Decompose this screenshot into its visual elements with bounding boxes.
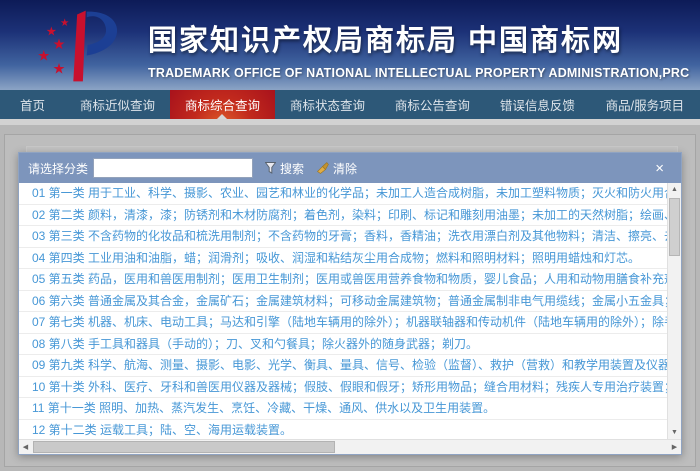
class-row-text: 09 第九类 科学、航海、测量、摄影、电影、光学、衡具、量具、信号、检验（监督）…	[32, 358, 667, 372]
class-row[interactable]: 05 第五类 药品，医用和兽医用制剂；医用卫生制剂；医用或兽医用营养食物和物质，…	[19, 269, 667, 291]
class-row-text: 02 第二类 颜料，清漆，漆；防锈剂和木材防腐剂；着色剂，染料；印刷、标记和雕刻…	[32, 208, 667, 222]
class-row[interactable]: 11 第十一类 照明、加热、蒸汽发生、烹饪、冷藏、干燥、通风、供水以及卫生用装置…	[19, 398, 667, 420]
dialog-label: 请选择分类	[28, 160, 88, 177]
class-row-text: 01 第一类 用于工业、科学、摄影、农业、园艺和林业的化学品；未加工人造合成树脂…	[32, 186, 667, 200]
class-row[interactable]: 07 第七类 机器、机床、电动工具；马达和引擎（陆地车辆用的除外）；机器联轴器和…	[19, 312, 667, 334]
class-row-text: 12 第十二类 运载工具；陆、空、海用运载装置。	[32, 423, 292, 437]
svg-text:★: ★	[60, 17, 70, 29]
class-row-text: 03 第三类 不含药物的化妆品和梳洗用制剂；不含药物的牙膏；香料，香精油；洗衣用…	[32, 229, 667, 243]
main-nav: 首页 商标近似查询 商标综合查询 商标状态查询 商标公告查询 错误信息反馈 商品…	[0, 90, 700, 119]
nav-tab[interactable]: 错误信息反馈	[485, 90, 590, 119]
nav-tab-label: 商标公告查询	[395, 95, 470, 114]
class-search-input[interactable]	[93, 158, 253, 178]
vertical-scrollbar[interactable]: ▲ ▼	[667, 183, 681, 439]
site-header: ★ ★ ★ ★ ★ 国家知识产权局商标局 中国商标网 TRADEMARK OFF…	[0, 0, 700, 90]
class-row[interactable]: 09 第九类 科学、航海、测量、摄影、电影、光学、衡具、量具、信号、检验（监督）…	[19, 355, 667, 377]
nav-tab-label: 商标综合查询	[185, 95, 260, 114]
class-row-text: 07 第七类 机器、机床、电动工具；马达和引擎（陆地车辆用的除外）；机器联轴器和…	[32, 315, 667, 329]
scroll-down-icon[interactable]: ▼	[668, 426, 681, 439]
dimmed-content-area: 请选择分类 搜索 清除 ×	[0, 119, 700, 471]
search-button-label: 搜索	[280, 160, 304, 177]
class-row[interactable]: 12 第十二类 运载工具；陆、空、海用运载装置。	[19, 420, 667, 440]
nav-tab-label: 商标近似查询	[80, 95, 155, 114]
nav-tab-label: 商标状态查询	[290, 95, 365, 114]
site-subtitle: TRADEMARK OFFICE OF NATIONAL INTELLECTUA…	[148, 66, 689, 80]
scroll-left-icon[interactable]: ◀	[19, 441, 32, 454]
class-row[interactable]: 06 第六类 普通金属及其合金，金属矿石；金属建筑材料；可移动金属建筑物；普通金…	[19, 291, 667, 313]
site-titles: 国家知识产权局商标局 中国商标网 TRADEMARK OFFICE OF NAT…	[148, 17, 689, 80]
nav-tab[interactable]: 商标综合查询	[170, 90, 275, 119]
class-row-text: 04 第四类 工业用油和油脂，蜡；润滑剂；吸收、润湿和粘结灰尘用合成物；燃料和照…	[32, 251, 640, 265]
site-title: 国家知识产权局商标局 中国商标网	[148, 17, 689, 59]
svg-text:★: ★	[53, 37, 66, 53]
class-row[interactable]: 01 第一类 用于工业、科学、摄影、农业、园艺和林业的化学品；未加工人造合成树脂…	[19, 183, 667, 205]
class-row-text: 05 第五类 药品，医用和兽医用制剂；医用卫生制剂；医用或兽医用营养食物和物质，…	[32, 272, 667, 286]
nav-tab[interactable]: 商标近似查询	[65, 90, 170, 119]
vertical-scroll-thumb[interactable]	[669, 198, 680, 256]
nav-tab[interactable]: 商标公告查询	[380, 90, 485, 119]
clear-button-label: 清除	[333, 160, 357, 177]
class-select-dialog: 请选择分类 搜索 清除 ×	[18, 152, 682, 455]
brush-icon	[316, 162, 329, 174]
nav-tab[interactable]: 首页	[0, 90, 65, 119]
class-row-text: 08 第八类 手工具和器具（手动的）；刀、叉和勺餐具；除火器外的随身武器；剃刀。	[32, 337, 478, 351]
nav-bottom-strip	[0, 119, 700, 125]
nav-tab-label: 商品/服务项目	[606, 95, 684, 114]
nav-tab[interactable]: 商标状态查询	[275, 90, 380, 119]
class-row[interactable]: 08 第八类 手工具和器具（手动的）；刀、叉和勺餐具；除火器外的随身武器；剃刀。	[19, 334, 667, 356]
horizontal-scrollbar[interactable]: ◀ ▶	[19, 439, 681, 454]
close-icon[interactable]: ×	[655, 161, 664, 176]
scroll-right-icon[interactable]: ▶	[668, 441, 681, 454]
class-row[interactable]: 04 第四类 工业用油和油脂，蜡；润滑剂；吸收、润湿和粘结灰尘用合成物；燃料和照…	[19, 248, 667, 270]
svg-text:★: ★	[53, 62, 66, 78]
nav-tab-label: 错误信息反馈	[500, 95, 575, 114]
class-row[interactable]: 02 第二类 颜料，清漆，漆；防锈剂和木材防腐剂；着色剂，染料；印刷、标记和雕刻…	[19, 205, 667, 227]
dialog-body: 01 第一类 用于工业、科学、摄影、农业、园艺和林业的化学品；未加工人造合成树脂…	[19, 183, 681, 454]
nav-tab[interactable]: 商品/服务项目	[590, 90, 700, 119]
search-button[interactable]: 搜索	[265, 160, 304, 177]
dialog-header: 请选择分类 搜索 清除 ×	[19, 153, 681, 183]
class-row[interactable]: 10 第十类 外科、医疗、牙科和兽医用仪器及器械；假肢、假眼和假牙；矫形用物品；…	[19, 377, 667, 399]
class-row-text: 06 第六类 普通金属及其合金，金属矿石；金属建筑材料；可移动金属建筑物；普通金…	[32, 294, 667, 308]
filter-funnel-icon	[265, 162, 276, 174]
scroll-up-icon[interactable]: ▲	[668, 183, 681, 196]
clear-button[interactable]: 清除	[316, 160, 357, 177]
horizontal-scroll-thumb[interactable]	[33, 441, 335, 453]
class-list: 01 第一类 用于工业、科学、摄影、农业、园艺和林业的化学品；未加工人造合成树脂…	[19, 183, 667, 439]
class-row-text: 10 第十类 外科、医疗、牙科和兽医用仪器及器械；假肢、假眼和假牙；矫形用物品；…	[32, 380, 667, 394]
nav-tab-label: 首页	[20, 95, 45, 114]
cnipa-trademark-logo-icon: ★ ★ ★ ★ ★	[20, 3, 140, 89]
class-row-text: 11 第十一类 照明、加热、蒸汽发生、烹饪、冷藏、干燥、通风、供水以及卫生用装置…	[32, 401, 495, 415]
page: ★ ★ ★ ★ ★ 国家知识产权局商标局 中国商标网 TRADEMARK OFF…	[0, 0, 700, 471]
class-row[interactable]: 03 第三类 不含药物的化妆品和梳洗用制剂；不含药物的牙膏；香料，香精油；洗衣用…	[19, 226, 667, 248]
svg-text:★: ★	[37, 48, 50, 64]
